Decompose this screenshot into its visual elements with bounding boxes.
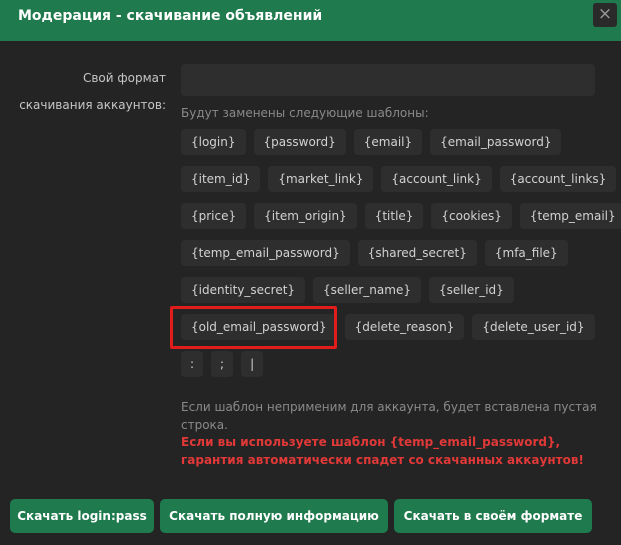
- template-chip-mfa-file[interactable]: {mfa_file}: [484, 240, 568, 266]
- close-icon: ×: [597, 4, 613, 24]
- templates-hint: Будут заменены следующие шаблоны:: [181, 106, 429, 120]
- dialog-title: Модерация - скачивание объявлений: [18, 8, 323, 24]
- format-label-line1: Свой формат: [82, 71, 166, 85]
- template-chip-login[interactable]: {login}: [181, 129, 246, 155]
- template-chip-shared-secret[interactable]: {shared_secret}: [357, 240, 477, 266]
- template-row-1: {login} {password} {email} {email_passwo…: [181, 129, 562, 155]
- template-chip-market-link[interactable]: {market_link}: [268, 166, 374, 192]
- separator-chip-semicolon[interactable]: ;: [211, 351, 234, 377]
- template-chip-seller-name[interactable]: {seller_name}: [313, 277, 421, 303]
- template-chip-delete-user-id[interactable]: {delete_user_id}: [472, 314, 595, 340]
- separator-chip-pipe[interactable]: |: [241, 351, 264, 377]
- template-chip-item-origin[interactable]: {item_origin}: [254, 203, 357, 229]
- download-custom-format-button[interactable]: Скачать в своём формате: [394, 499, 592, 533]
- template-chip-cookies[interactable]: {cookies}: [431, 203, 512, 229]
- warranty-warning: Если вы используете шаблон {temp_email_p…: [181, 435, 584, 467]
- download-loginpass-button[interactable]: Скачать login:pass: [10, 499, 154, 533]
- close-button[interactable]: ×: [593, 3, 617, 27]
- template-chip-email-password[interactable]: {email_password}: [430, 129, 562, 155]
- template-row-7: : ; |: [181, 351, 264, 377]
- template-chip-temp-email[interactable]: {temp_email}: [519, 203, 621, 229]
- template-chip-seller-id[interactable]: {seller_id}: [428, 277, 514, 303]
- template-row-4: {temp_email_password} {shared_secret} {m…: [181, 240, 568, 266]
- highlight-annotation: [170, 306, 337, 349]
- template-chip-price[interactable]: {price}: [181, 203, 247, 229]
- dialog-footer: Скачать login:pass Скачать полную информ…: [10, 499, 592, 533]
- template-chip-email[interactable]: {email}: [353, 129, 423, 155]
- template-chip-account-links[interactable]: {account_links}: [499, 166, 617, 192]
- template-chip-title[interactable]: {title}: [364, 203, 424, 229]
- format-label-line2: скачивания аккаунтов:: [19, 98, 166, 112]
- template-chip-identity-secret[interactable]: {identity_secret}: [181, 277, 306, 303]
- template-row-5: {identity_secret} {seller_name} {seller_…: [181, 277, 514, 303]
- custom-format-input[interactable]: [181, 64, 595, 96]
- template-chip-item-id[interactable]: {item_id}: [181, 166, 261, 192]
- dialog-header: Модерация - скачивание объявлений ×: [0, 0, 621, 41]
- template-chip-password[interactable]: {password}: [253, 129, 346, 155]
- template-chip-temp-email-password[interactable]: {temp_email_password}: [181, 240, 350, 266]
- template-row-2: {item_id} {market_link} {account_link} {…: [181, 166, 617, 192]
- template-chip-account-link[interactable]: {account_link}: [381, 166, 492, 192]
- template-row-3: {price} {item_origin} {title} {cookies} …: [181, 203, 621, 229]
- separator-chip-colon[interactable]: :: [181, 351, 204, 377]
- template-chip-delete-reason[interactable]: {delete_reason}: [344, 314, 465, 340]
- empty-template-note: Если шаблон неприменим для аккаунта, буд…: [181, 400, 597, 432]
- download-full-info-button[interactable]: Скачать полную информацию: [160, 499, 388, 533]
